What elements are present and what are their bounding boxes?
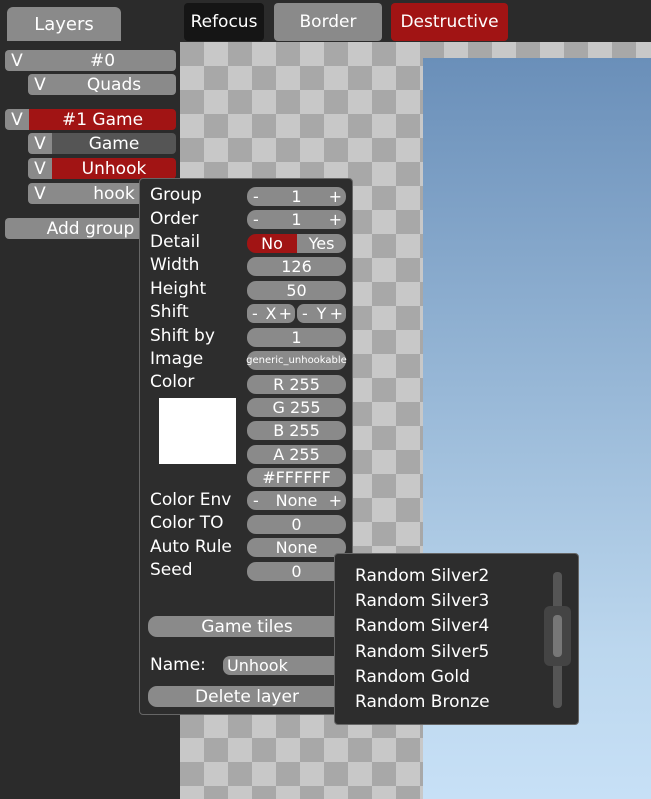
- width-label: Width: [150, 255, 200, 275]
- seed-label: Seed: [150, 560, 193, 580]
- height-field[interactable]: 50: [247, 281, 346, 300]
- image-select[interactable]: generic_unhookable: [246, 351, 347, 370]
- increment-button[interactable]: +: [330, 304, 343, 323]
- color-env-label: Color Env: [150, 490, 232, 510]
- increment-button[interactable]: +: [329, 187, 342, 206]
- name-input[interactable]: Unhook: [223, 656, 346, 675]
- increment-button[interactable]: +: [279, 304, 292, 323]
- detail-toggle: No Yes: [247, 234, 346, 253]
- increment-button[interactable]: +: [329, 491, 342, 510]
- name-label: Name:: [150, 655, 206, 675]
- color-hex-field[interactable]: #FFFFFF: [247, 468, 346, 487]
- color-label: Color: [150, 372, 195, 392]
- decrement-button[interactable]: -: [253, 491, 259, 510]
- order-value: 1: [291, 210, 302, 229]
- group-row[interactable]: V #0: [5, 50, 176, 71]
- layer-title[interactable]: Quads: [52, 74, 176, 95]
- visibility-toggle[interactable]: V: [28, 183, 52, 204]
- detail-yes-button[interactable]: Yes: [297, 234, 346, 253]
- visibility-toggle[interactable]: V: [28, 133, 52, 154]
- color-env-stepper[interactable]: - None +: [247, 491, 346, 510]
- decrement-button[interactable]: -: [253, 210, 259, 229]
- group-stepper[interactable]: - 1 +: [247, 187, 346, 206]
- shift-by-label: Shift by: [150, 326, 215, 346]
- visibility-toggle[interactable]: V: [28, 74, 52, 95]
- image-label: Image: [150, 349, 204, 369]
- scrollbar-thumb[interactable]: [544, 606, 571, 666]
- auto-rule-option[interactable]: Random Silver5: [355, 642, 489, 662]
- group-value: 1: [291, 187, 302, 206]
- order-stepper[interactable]: - 1 +: [247, 210, 346, 229]
- color-env-value: None: [275, 491, 318, 510]
- shift-by-field[interactable]: 1: [247, 328, 346, 347]
- shift-x-axis: X: [265, 304, 277, 323]
- detail-label: Detail: [150, 232, 201, 252]
- color-r-field[interactable]: R 255: [247, 375, 346, 394]
- color-to-label: Color TO: [150, 513, 224, 533]
- seed-field[interactable]: 0: [247, 562, 346, 581]
- layer-row[interactable]: V Quads: [28, 74, 176, 95]
- auto-rule-dropdown[interactable]: None: [247, 538, 346, 557]
- color-swatch[interactable]: [159, 398, 236, 464]
- auto-rule-option[interactable]: Random Silver4: [355, 616, 489, 636]
- layer-title[interactable]: Game: [52, 133, 176, 154]
- group-title[interactable]: #0: [29, 50, 176, 71]
- group-row[interactable]: V #1 Game: [5, 109, 176, 130]
- visibility-toggle[interactable]: V: [28, 158, 52, 179]
- auto-rule-option[interactable]: Random Gold: [355, 667, 470, 687]
- height-label: Height: [150, 279, 207, 299]
- color-g-field[interactable]: G 255: [247, 398, 346, 417]
- top-toolbar: Refocus Border Destructive: [180, 0, 651, 42]
- decrement-button[interactable]: -: [302, 304, 308, 323]
- layer-title[interactable]: Unhook: [52, 158, 176, 179]
- group-title[interactable]: #1 Game: [29, 109, 176, 130]
- increment-button[interactable]: +: [329, 210, 342, 229]
- layers-tab[interactable]: Layers: [7, 7, 121, 41]
- shift-x-stepper[interactable]: - X +: [247, 304, 295, 323]
- order-label: Order: [150, 209, 199, 229]
- auto-rule-option[interactable]: Random Silver3: [355, 591, 489, 611]
- refocus-button[interactable]: Refocus: [184, 3, 264, 41]
- shift-y-stepper[interactable]: - Y +: [297, 304, 346, 323]
- shift-y-axis: Y: [316, 304, 327, 323]
- game-tiles-button[interactable]: Game tiles: [148, 616, 346, 637]
- border-button[interactable]: Border: [274, 3, 382, 41]
- visibility-toggle[interactable]: V: [5, 109, 29, 130]
- auto-rule-option[interactable]: Random Silver2: [355, 566, 489, 586]
- shift-label: Shift: [150, 302, 189, 322]
- color-b-field[interactable]: B 255: [247, 421, 346, 440]
- destructive-button[interactable]: Destructive: [391, 3, 508, 41]
- color-a-field[interactable]: A 255: [247, 445, 346, 464]
- layer-row-selected[interactable]: V Unhook: [28, 158, 176, 179]
- auto-rule-option[interactable]: Random Bronze: [355, 692, 490, 712]
- visibility-toggle[interactable]: V: [5, 50, 29, 71]
- color-to-field[interactable]: 0: [247, 515, 346, 534]
- width-field[interactable]: 126: [247, 257, 346, 276]
- auto-rule-label: Auto Rule: [150, 537, 232, 557]
- layer-row[interactable]: V Game: [28, 133, 176, 154]
- decrement-button[interactable]: -: [252, 304, 258, 323]
- detail-no-button[interactable]: No: [247, 234, 297, 253]
- layer-properties-popup: Group - 1 + Order - 1 + Detail No Yes Wi…: [139, 178, 353, 715]
- group-label: Group: [150, 185, 202, 205]
- auto-rule-options-list: Random Silver2 Random Silver3 Random Sil…: [334, 553, 579, 725]
- decrement-button[interactable]: -: [253, 187, 259, 206]
- delete-layer-button[interactable]: Delete layer: [148, 686, 346, 707]
